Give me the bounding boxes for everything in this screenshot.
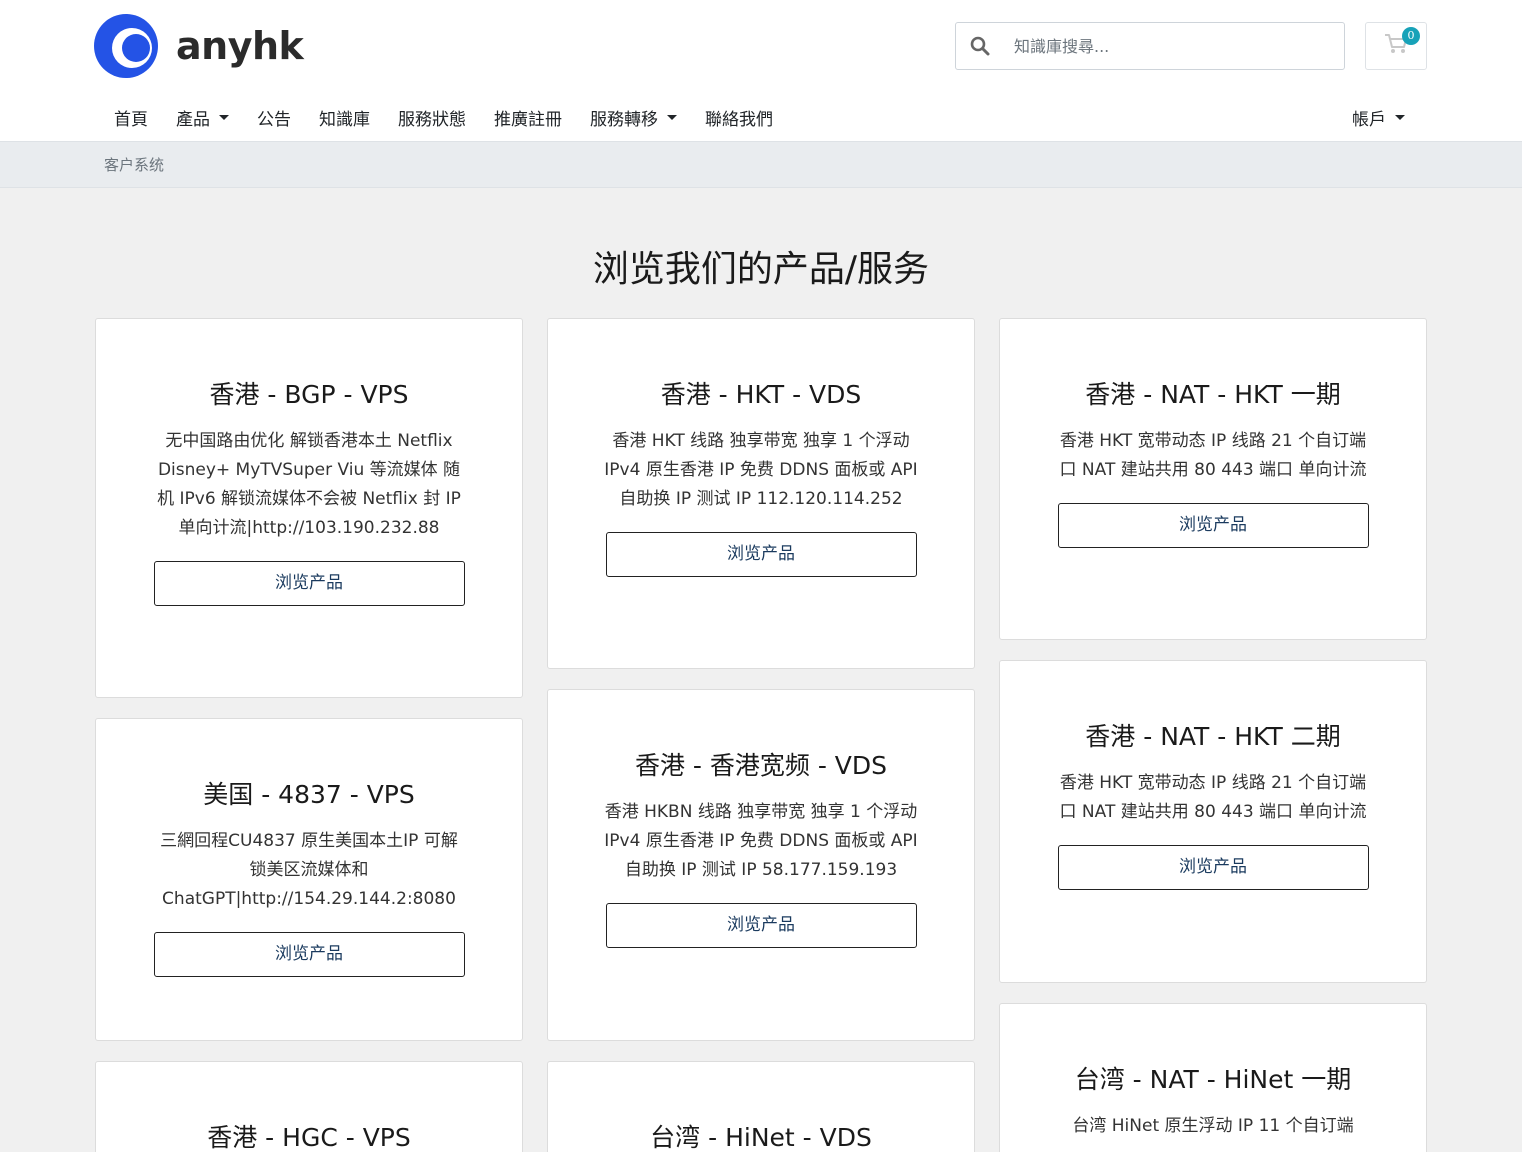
- product-title: 香港 - HGC - VPS: [207, 1123, 411, 1152]
- logo-icon: [94, 14, 158, 78]
- product-title: 美国 - 4837 - VPS: [203, 780, 415, 809]
- product-card: 香港 - HKT - VDS 香港 HKT 线路 独享带宽 独享 1 个浮动 I…: [547, 318, 975, 669]
- product-description: 无中国路由优化 解锁香港本土 Netflix Disney+ MyTVSuper…: [157, 431, 461, 538]
- product-description: 香港 HKBN 线路 独享带宽 独享 1 个浮动 IPv4 原生香港 IP 免费…: [604, 802, 918, 880]
- cart-button[interactable]: 0: [1365, 22, 1427, 70]
- nav-item-label: 首頁: [114, 109, 148, 130]
- page-title: 浏览我们的产品/服务: [592, 249, 930, 290]
- browse-products-button[interactable]: 浏览产品: [1057, 503, 1369, 548]
- product-card: 香港 - 香港宽频 - VDS 香港 HKBN 线路 独享带宽 独享 1 个浮动…: [547, 689, 975, 1041]
- nav-item-label: 服務轉移: [590, 109, 658, 130]
- browse-products-button[interactable]: 浏览产品: [153, 932, 465, 977]
- nav-item-label: 帳戶: [1352, 109, 1386, 130]
- product-description: 香港 HKT 宽带动态 IP 线路 21 个自订端口 NAT 建站共用 80 4…: [1059, 431, 1367, 480]
- product-description: 香港 HKT 线路 独享带宽 独享 1 个浮动 IPv4 原生香港 IP 免费 …: [604, 431, 918, 509]
- browse-products-button[interactable]: 浏览产品: [605, 532, 917, 577]
- product-card: 台湾 - NAT - HiNet 一期 台湾 HiNet 原生浮动 IP 11 …: [999, 1003, 1427, 1152]
- knowledgebase-search: [955, 22, 1345, 70]
- product-description: 三網回程CU4837 原生美国本土IP 可解锁美区流媒体和 ChatGPT|ht…: [160, 831, 458, 909]
- site-header: anyhk 0 首頁 產品 公告 知識庫 服務狀態 推廣註冊 服務轉移 聯絡我們: [0, 0, 1522, 142]
- product-title: 香港 - HKT - VDS: [660, 380, 862, 409]
- product-card: 台湾 - HiNet - VDS: [547, 1061, 975, 1152]
- product-title: 香港 - NAT - HKT 二期: [1085, 722, 1341, 751]
- product-card: 香港 - NAT - HKT 二期 香港 HKT 宽带动态 IP 线路 21 个…: [999, 660, 1427, 983]
- nav-item-label: 知識庫: [319, 109, 370, 130]
- caret-down-icon: [1395, 114, 1405, 120]
- search-icon[interactable]: [956, 23, 1004, 69]
- nav-item-account[interactable]: 帳戶: [1338, 100, 1419, 134]
- nav-item-affiliates[interactable]: 推廣註冊: [480, 105, 576, 130]
- logo[interactable]: anyhk: [94, 14, 304, 78]
- browse-products-button[interactable]: 浏览产品: [153, 561, 465, 606]
- product-description: 台湾 HiNet 原生浮动 IP 11 个自订端: [1072, 1116, 1354, 1136]
- product-card: 香港 - BGP - VPS 无中国路由优化 解锁香港本土 Netflix Di…: [95, 318, 523, 698]
- product-description: 香港 HKT 宽带动态 IP 线路 21 个自订端口 NAT 建站共用 80 4…: [1059, 773, 1367, 822]
- caret-down-icon: [219, 114, 229, 120]
- logo-text: anyhk: [176, 24, 304, 68]
- nav-item-label: 推廣註冊: [494, 109, 562, 130]
- search-input[interactable]: [1014, 36, 1334, 56]
- nav-item-contact[interactable]: 聯絡我們: [691, 105, 787, 130]
- product-title: 香港 - BGP - VPS: [209, 380, 409, 409]
- product-title: 香港 - NAT - HKT 一期: [1085, 380, 1341, 409]
- nav-item-announcements[interactable]: 公告: [243, 105, 305, 130]
- nav-item-home[interactable]: 首頁: [100, 105, 162, 130]
- main-nav: 首頁 產品 公告 知識庫 服務狀態 推廣註冊 服務轉移 聯絡我們: [100, 100, 787, 134]
- product-card: 香港 - NAT - HKT 一期 香港 HKT 宽带动态 IP 线路 21 个…: [999, 318, 1427, 640]
- cart-count-badge: 0: [1402, 27, 1420, 45]
- nav-item-label: 服務狀態: [398, 109, 466, 130]
- browse-products-button[interactable]: 浏览产品: [1057, 845, 1369, 890]
- nav-item-label: 聯絡我們: [705, 109, 773, 130]
- nav-item-knowledgebase[interactable]: 知識庫: [305, 105, 384, 130]
- nav-item-service-transfer[interactable]: 服務轉移: [576, 105, 691, 130]
- product-title: 台湾 - HiNet - VDS: [650, 1123, 872, 1152]
- caret-down-icon: [667, 114, 677, 120]
- nav-item-label: 公告: [257, 109, 291, 130]
- product-title: 台湾 - NAT - HiNet 一期: [1074, 1065, 1352, 1094]
- product-card: 美国 - 4837 - VPS 三網回程CU4837 原生美国本土IP 可解锁美…: [95, 718, 523, 1041]
- breadcrumb[interactable]: 客户系统: [104, 154, 164, 175]
- breadcrumb-bar: 客户系统: [0, 142, 1522, 188]
- product-card: 香港 - HGC - VPS: [95, 1061, 523, 1152]
- nav-item-service-status[interactable]: 服務狀態: [384, 105, 480, 130]
- browse-products-button[interactable]: 浏览产品: [605, 903, 917, 948]
- nav-item-label: 產品: [176, 109, 210, 130]
- nav-item-products[interactable]: 產品: [162, 105, 243, 130]
- product-title: 香港 - 香港宽频 - VDS: [634, 751, 888, 780]
